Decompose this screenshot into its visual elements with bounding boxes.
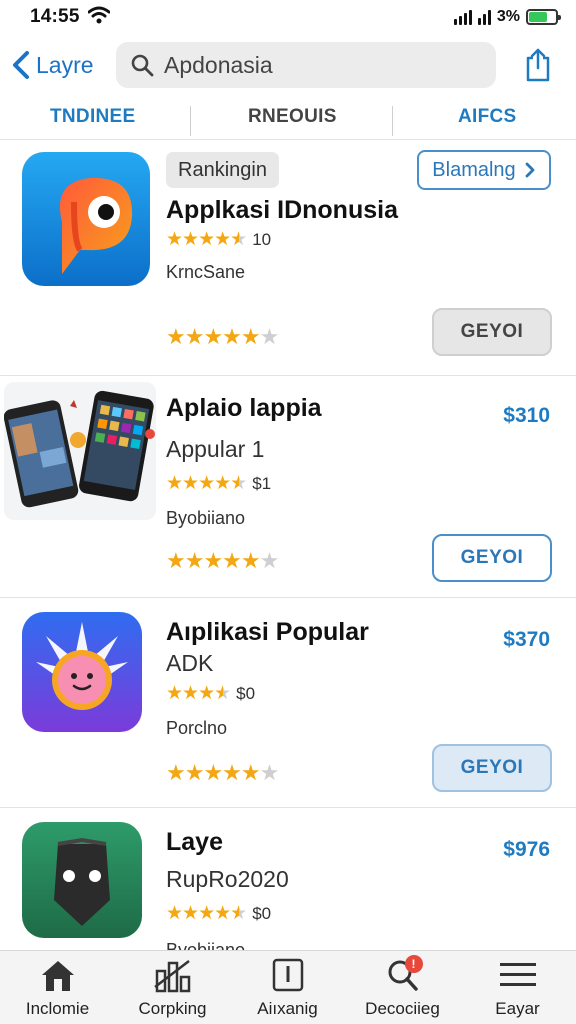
home-icon [41,961,74,991]
share-icon[interactable] [524,48,552,82]
tabbar-label: Aiıxanig [257,999,318,1018]
search-tab-icon-wrap: ! [383,955,423,993]
star-rating: ★★★★ [166,683,231,704]
star-rating: ★★★★★ [166,229,247,250]
rating-price: $1 [252,473,272,493]
search-icon [131,54,154,77]
search-input[interactable]: Apdonasia [164,52,273,79]
back-label: Layre [36,51,94,78]
tab-rneouis[interactable]: RNEOUIS [248,106,337,128]
star-rating-large: ★★★★★★ [166,760,279,785]
search-field[interactable]: Apdonasia [116,42,496,88]
app-icon-phones [4,382,156,520]
app-title[interactable]: Aıplikasi Popular [166,618,369,647]
apps-icon [272,958,303,992]
ranking-icon [153,960,190,993]
chevron-right-icon [525,162,535,178]
get-button[interactable]: GEYOI [432,744,552,792]
app-icon-shield [22,822,142,938]
rating-price: $0 [252,903,272,923]
star-rating: ★★★★★ [166,903,247,924]
back-button[interactable]: Layre [10,48,94,82]
tabbar-label: Corpking [138,999,207,1018]
rating-price: $0 [236,683,256,703]
get-button[interactable]: GEYOI [432,308,552,356]
rating-row: ★★★★★ $1 [166,472,271,495]
status-bar: 14:55 3% [0,0,576,34]
carrier-label: 3% [496,8,520,25]
status-time: 14:55 [30,6,80,27]
tab-aifcs[interactable]: AIFCS [458,106,517,128]
star-rating-large: ★★★★★★ [166,548,279,573]
rating-count: 10 [252,229,272,249]
list-item[interactable]: Aplaio lappia $310 Appular 1 ★★★★★ $1 By… [0,376,576,598]
tab-divider [392,106,393,136]
tabbar-item-apps[interactable]: Aiıxanig [230,957,345,1023]
category-tabs: TNDINEE RNEOUIS AIFCS [0,98,576,140]
tabbar-label: Inclomie [25,999,90,1018]
status-indicators: 3% [453,7,561,27]
app-price: $976 [503,838,550,861]
app-title[interactable]: Aplaio lappia [166,394,322,423]
list-item[interactable]: Aıplikasi Popular $370 ADK ★★★★ $0 Porcl… [0,598,576,808]
tabbar-label: Eayar [495,999,540,1018]
developer-name: Byobiiano [166,940,246,950]
tabbar-item-home[interactable]: Inclomie [0,957,115,1023]
app-price: $370 [503,628,550,651]
bottom-tab-bar: Inclomie Corpking Aiıxanig ! Decociieg E… [0,950,576,1024]
chevron-left-icon [13,51,29,79]
list-item[interactable]: Laye $976 RupRo2020 ★★★★★ $0 Byobiiano [0,808,576,950]
star-rating-large: ★★★★★★ [166,324,279,349]
app-icon-chat [22,152,150,286]
get-button[interactable]: GEYOI [432,534,552,582]
tab-divider [190,106,191,136]
tab-tndinee[interactable]: TNDINEE [50,106,136,128]
notification-badge: ! [404,955,423,973]
action-pill-button[interactable]: Blamalng [417,150,551,190]
developer-name: KrncSane [166,262,246,282]
app-icon-sun [22,612,142,732]
app-subtitle: RupRo2020 [166,866,289,892]
nav-bar: Layre Apdonasia [0,38,576,94]
developer-name: Byobiiano [166,508,246,528]
rating-row: ★★★★★ $0 [166,902,271,925]
rating-row: ★★★★★ 10 [166,228,271,251]
app-subtitle: Appular 1 [166,436,265,462]
signal-icon-2 [477,9,491,25]
wifi-icon [88,6,110,24]
star-rating: ★★★★★ [166,473,247,494]
tabbar-item-menu[interactable]: Eayar [460,957,575,1023]
tabbar-item-search[interactable]: ! Decociieg [345,955,460,1023]
app-title[interactable]: Laye [166,828,223,857]
app-title[interactable]: Applkasi IDnonusia [166,196,398,225]
ranking-tag: Rankingin [166,152,279,188]
tabbar-item-ranking[interactable]: Corpking [115,957,230,1023]
menu-icon [499,963,536,986]
action-pill-label: Blamalng [432,158,516,181]
app-price: $310 [503,404,550,427]
tabbar-label: Decociieg [365,999,440,1018]
app-subtitle: ADK [166,650,214,676]
list-item[interactable]: Rankingin Blamalng Applkasi IDnonusia ★★… [0,140,576,376]
battery-icon [526,9,561,25]
developer-name: Porclno [166,718,228,738]
signal-icon [453,9,472,25]
rating-row: ★★★★ $0 [166,682,255,705]
